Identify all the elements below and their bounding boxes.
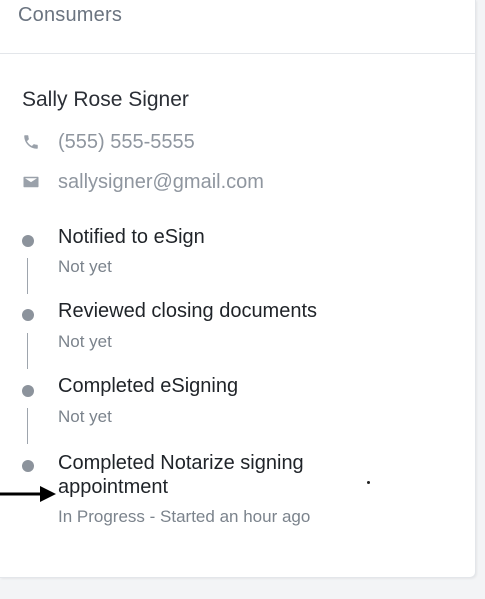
step-status-esigning: Not yet bbox=[58, 407, 112, 426]
phone-row: (555) 555-5555 bbox=[22, 128, 195, 156]
card-header: Consumers bbox=[0, 0, 475, 54]
arrow-right-icon bbox=[0, 486, 56, 502]
timeline-dot bbox=[22, 309, 34, 321]
step-title-esigning: Completed eSigning bbox=[58, 375, 239, 397]
step-status-notarize: In Progress - Started an hour ago bbox=[58, 507, 311, 526]
consumers-card: Consumers Sally Rose Signer (555) 555-55… bbox=[0, 0, 476, 578]
timeline-dot bbox=[22, 460, 34, 472]
step-status-notified: Not yet bbox=[58, 257, 112, 276]
email-row: sallysigner@gmail.com bbox=[22, 168, 264, 196]
envelope-icon bbox=[22, 173, 40, 191]
timeline-connector bbox=[27, 333, 28, 369]
step-status-reviewed: Not yet bbox=[58, 332, 112, 351]
section-title: Consumers bbox=[18, 4, 123, 26]
step-title-notified: Notified to eSign bbox=[58, 226, 205, 248]
timeline-connector bbox=[27, 408, 28, 444]
phone-icon bbox=[22, 133, 40, 151]
consumer-name: Sally Rose Signer bbox=[22, 88, 189, 111]
email-address[interactable]: sallysigner@gmail.com bbox=[58, 171, 264, 194]
timeline-dot bbox=[22, 385, 34, 397]
step-title-reviewed: Reviewed closing documents bbox=[58, 300, 318, 322]
timeline-dot bbox=[22, 235, 34, 247]
stray-mark bbox=[367, 481, 370, 484]
step-title-notarize: Completed Notarize signing bbox=[58, 452, 304, 474]
phone-number[interactable]: (555) 555-5555 bbox=[58, 131, 195, 154]
timeline-connector bbox=[27, 258, 28, 294]
step-title-notarize-cont: appointment bbox=[58, 476, 169, 498]
